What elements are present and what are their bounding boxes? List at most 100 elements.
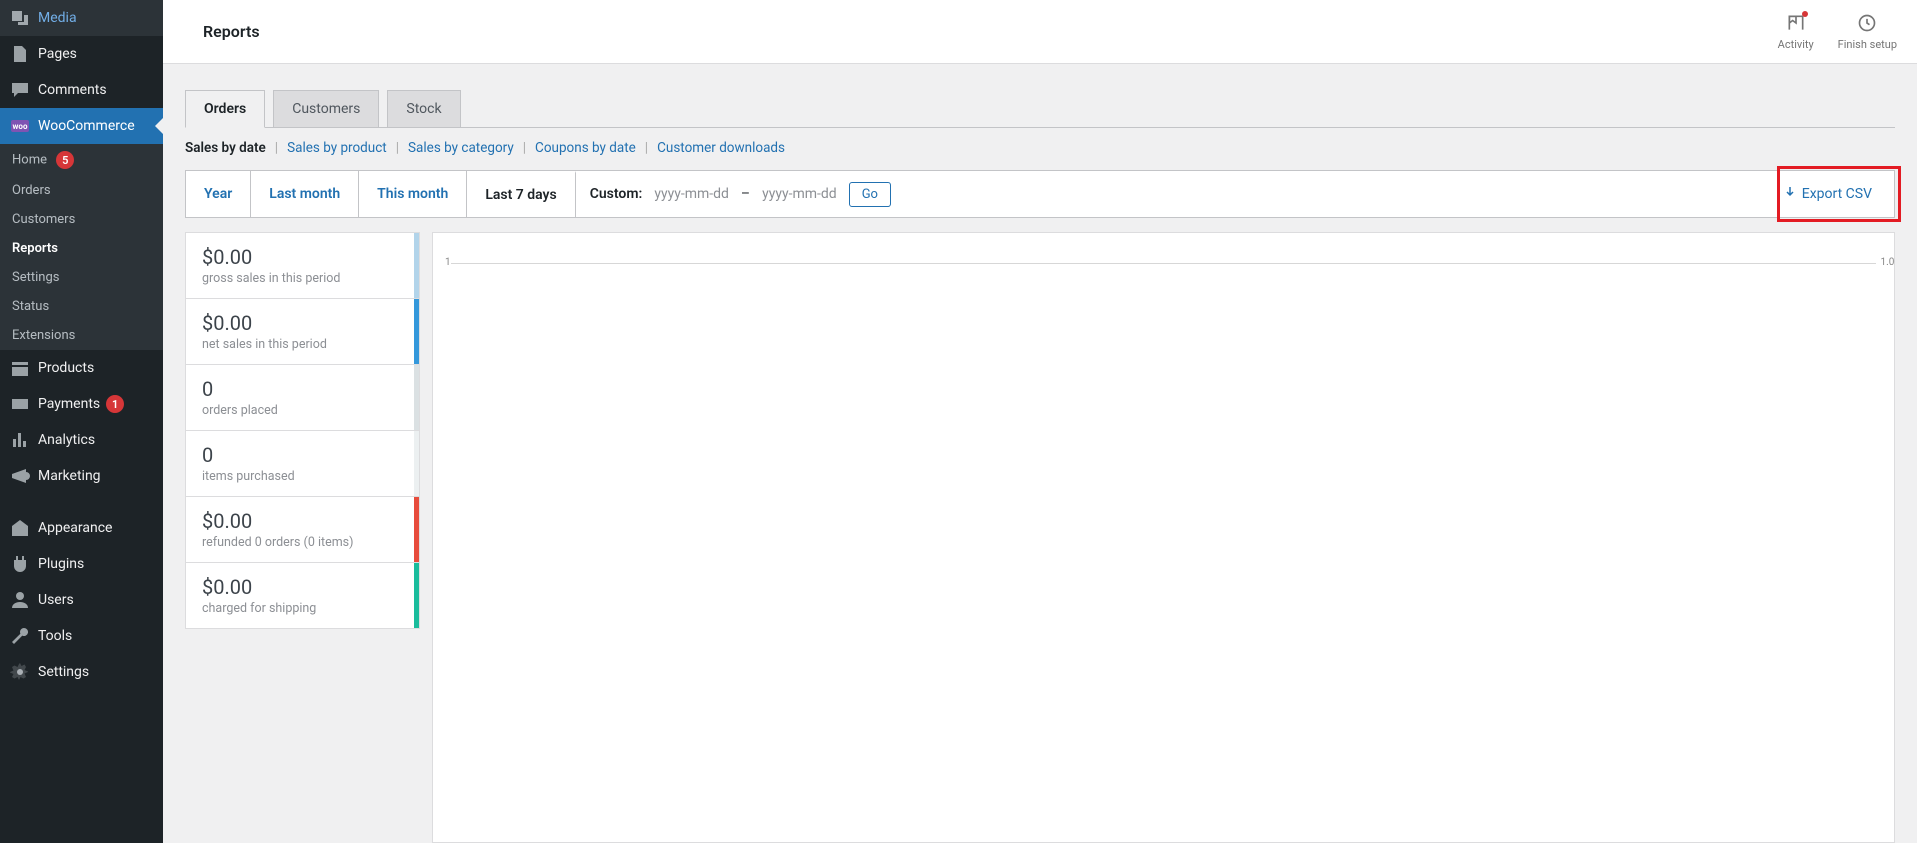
media-icon [10,8,30,28]
go-button[interactable]: Go [849,182,891,207]
sidebar-label: Appearance [38,520,112,536]
comments-icon [10,80,30,100]
sidebar-label: Pages [38,46,77,62]
notification-dot-icon [1802,11,1808,17]
chart-axis-right: 1.00 [1881,257,1896,268]
submenu-customers[interactable]: Customers [0,205,163,234]
subtab-sales-by-date[interactable]: Sales by date [185,140,266,156]
custom-label: Custom: [590,186,643,202]
home-badge: 5 [56,151,74,169]
submenu-reports[interactable]: Reports [0,234,163,263]
separator: | [275,140,278,156]
sidebar-item-users[interactable]: Users [0,582,163,618]
separator: | [645,140,648,156]
main-content: Reports Activity Finish setup Orders Cus… [163,0,1917,843]
sidebar-item-marketing[interactable]: Marketing [0,458,163,494]
stat-stripe [414,365,419,430]
sidebar-item-pages[interactable]: Pages [0,36,163,72]
sidebar-item-products[interactable]: Products [0,350,163,386]
payments-icon [10,394,30,414]
submenu-status[interactable]: Status [0,292,163,321]
report-tabs: Orders Customers Stock [185,90,1895,128]
chart-area: 1 1.00 [432,232,1895,843]
stat-stripe [414,233,419,298]
sidebar-item-analytics[interactable]: Analytics [0,422,163,458]
subtab-sales-by-category[interactable]: Sales by category [408,140,514,156]
subtab-customer-downloads[interactable]: Customer downloads [657,140,785,156]
stat-orders-placed[interactable]: 0 orders placed [185,364,420,431]
stat-items-purchased[interactable]: 0 items purchased [185,430,420,497]
topbar-actions: Activity Finish setup [1778,13,1897,51]
range-this-month[interactable]: This month [359,171,467,217]
submenu-home[interactable]: Home 5 [0,144,163,176]
date-dash: – [741,186,750,202]
submenu-orders[interactable]: Orders [0,176,163,205]
sidebar-label: Media [38,10,77,26]
range-year[interactable]: Year [186,171,251,217]
range-last-7-days[interactable]: Last 7 days [467,171,575,217]
subtab-sales-by-product[interactable]: Sales by product [287,140,387,156]
sidebar-label: Users [38,592,74,608]
tab-customers[interactable]: Customers [273,90,379,127]
marketing-icon [10,466,30,486]
stat-shipping[interactable]: $0.00 charged for shipping [185,562,420,629]
tab-stock[interactable]: Stock [387,90,460,127]
subtab-coupons-by-date[interactable]: Coupons by date [535,140,636,156]
sidebar-item-payments[interactable]: Payments 1 [0,386,163,422]
plugins-icon [10,554,30,574]
sidebar-label: Plugins [38,556,84,572]
sidebar-label: Products [38,360,94,376]
date-range-bar: Year Last month This month Last 7 days C… [185,170,1895,218]
submenu-settings[interactable]: Settings [0,263,163,292]
chart-axis-left: 1 [445,257,451,268]
stat-stripe [414,299,419,364]
clock-icon [1857,13,1877,36]
sidebar-label: Analytics [38,432,95,448]
stat-gross-sales[interactable]: $0.00 gross sales in this period [185,232,420,299]
stat-net-sales[interactable]: $0.00 net sales in this period [185,298,420,365]
payments-badge: 1 [106,395,124,413]
date-to-input[interactable]: yyyy-mm-dd [762,186,837,202]
tab-orders[interactable]: Orders [185,90,265,128]
sidebar-item-media[interactable]: Media [0,0,163,36]
separator: | [523,140,526,156]
date-from-input[interactable]: yyyy-mm-dd [654,186,729,202]
analytics-icon [10,430,30,450]
pages-icon [10,44,30,64]
finish-setup-button[interactable]: Finish setup [1838,13,1897,51]
products-icon [10,358,30,378]
appearance-icon [10,518,30,538]
submenu-extensions[interactable]: Extensions [0,321,163,350]
topbar: Reports Activity Finish setup [163,0,1917,64]
sidebar-label: Comments [38,82,107,98]
sidebar-label: WooCommerce [38,118,135,134]
separator: | [396,140,399,156]
export-csv-button[interactable]: Export CSV [1762,171,1894,217]
sidebar-item-comments[interactable]: Comments [0,72,163,108]
activity-button[interactable]: Activity [1778,13,1814,51]
woocommerce-submenu: Home 5 Orders Customers Reports Settings… [0,144,163,350]
download-icon [1784,186,1796,202]
report-body: $0.00 gross sales in this period $0.00 n… [185,232,1895,843]
sidebar-item-appearance[interactable]: Appearance [0,510,163,546]
stat-stripe [414,497,419,562]
range-last-month[interactable]: Last month [251,171,359,217]
tools-icon [10,626,30,646]
stat-stripe [414,431,419,496]
chart-axis-line [451,263,1876,264]
stat-refunded[interactable]: $0.00 refunded 0 orders (0 items) [185,496,420,563]
sidebar-label: Payments [38,396,100,412]
woocommerce-icon: woo [10,116,30,136]
stat-stripe [414,563,419,628]
stats-column: $0.00 gross sales in this period $0.00 n… [185,232,420,843]
sidebar-label: Settings [38,664,89,680]
settings-icon [10,662,30,682]
sidebar-item-tools[interactable]: Tools [0,618,163,654]
sidebar-label: Marketing [38,468,101,484]
sidebar-item-settings[interactable]: Settings [0,654,163,690]
range-custom: Custom: yyyy-mm-dd – yyyy-mm-dd Go [576,171,905,217]
sidebar-item-plugins[interactable]: Plugins [0,546,163,582]
sidebar-item-woocommerce[interactable]: woo WooCommerce [0,108,163,144]
page-title: Reports [203,22,260,41]
users-icon [10,590,30,610]
